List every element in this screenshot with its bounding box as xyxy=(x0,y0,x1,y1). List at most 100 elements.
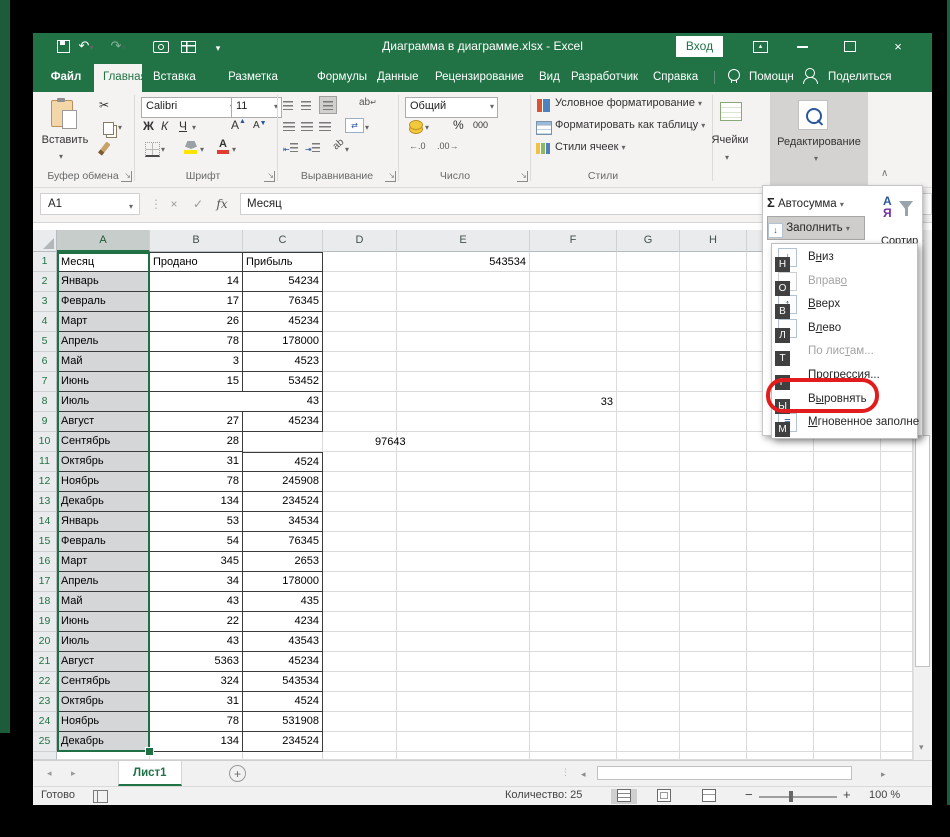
cell-G10[interactable] xyxy=(617,432,680,452)
cell-A13[interactable]: Декабрь xyxy=(57,492,150,512)
cell-J21[interactable] xyxy=(814,652,881,672)
cell-F10[interactable] xyxy=(530,432,617,452)
number-dialog-launcher[interactable]: ↘ xyxy=(517,171,528,182)
horizontal-scroll-thumb[interactable] xyxy=(597,766,852,780)
cell-G23[interactable] xyxy=(617,692,680,712)
cell-J16[interactable] xyxy=(814,552,881,572)
prev-sheet-icon[interactable]: ◂ xyxy=(47,768,52,779)
cell-C7[interactable]: 53452 xyxy=(243,372,323,392)
cell-I11[interactable] xyxy=(747,452,814,472)
cell-I21[interactable] xyxy=(747,652,814,672)
ribbon-tab-формулы[interactable]: Формулы xyxy=(308,64,366,92)
cell-E21[interactable] xyxy=(397,652,530,672)
cell-K24[interactable] xyxy=(881,712,913,732)
sign-in-button[interactable]: Вход xyxy=(676,36,723,57)
increase-indent-icon[interactable]: ⇥ xyxy=(305,141,320,155)
cell-B13[interactable]: 134 xyxy=(150,492,243,512)
cell-G26[interactable] xyxy=(617,752,680,760)
cell-value-D10[interactable]: 97643 xyxy=(375,432,406,452)
cell-C12[interactable]: 245908 xyxy=(243,472,323,492)
cell-B22[interactable]: 324 xyxy=(150,672,243,692)
name-box[interactable]: A1▾ xyxy=(40,193,140,215)
cell-I18[interactable] xyxy=(747,592,814,612)
cell-A21[interactable]: Август xyxy=(57,652,150,672)
merge-center-icon[interactable]: ⇄ xyxy=(345,118,364,133)
cell-B1[interactable]: Продано xyxy=(150,252,243,272)
cell-G24[interactable] xyxy=(617,712,680,732)
cell-C15[interactable]: 76345 xyxy=(243,532,323,552)
cell-E23[interactable] xyxy=(397,692,530,712)
cell-H20[interactable] xyxy=(680,632,747,652)
percent-style-button[interactable]: % xyxy=(453,118,464,132)
cell-F18[interactable] xyxy=(530,592,617,612)
row-header-9[interactable]: 9 xyxy=(33,412,57,432)
cell-B20[interactable]: 43 xyxy=(150,632,243,652)
cell-F3[interactable] xyxy=(530,292,617,312)
menu-item-7[interactable]: Выровнять xyxy=(772,388,932,411)
cell-J20[interactable] xyxy=(814,632,881,652)
align-middle-icon[interactable] xyxy=(301,99,311,113)
cell-D15[interactable] xyxy=(323,532,397,552)
cell-D6[interactable] xyxy=(323,352,397,372)
cell-A3[interactable]: Февраль xyxy=(57,292,150,312)
cell-E5[interactable] xyxy=(397,332,530,352)
cell-E7[interactable] xyxy=(397,372,530,392)
borders-icon[interactable] xyxy=(145,142,160,157)
cell-A26[interactable] xyxy=(57,752,150,760)
cell-F14[interactable] xyxy=(530,512,617,532)
cell-E8[interactable] xyxy=(397,392,530,412)
cell-D2[interactable] xyxy=(323,272,397,292)
cell-E16[interactable] xyxy=(397,552,530,572)
cell-F6[interactable] xyxy=(530,352,617,372)
fill-button[interactable]: ↓ Заполнить ▾ xyxy=(767,216,865,240)
tab-help[interactable]: Помощн xyxy=(740,64,803,92)
cell-H26[interactable] xyxy=(680,752,747,760)
cell-G21[interactable] xyxy=(617,652,680,672)
cell-C14[interactable]: 34534 xyxy=(243,512,323,532)
paste-dropdown[interactable]: ▾ xyxy=(59,148,63,162)
cell-D21[interactable] xyxy=(323,652,397,672)
cell-K13[interactable] xyxy=(881,492,913,512)
row-header-2[interactable]: 2 xyxy=(33,272,57,292)
cell-B7[interactable]: 15 xyxy=(150,372,243,392)
cell-F21[interactable] xyxy=(530,652,617,672)
cell-K17[interactable] xyxy=(881,572,913,592)
macro-record-icon[interactable] xyxy=(93,790,108,803)
tabbar-divider[interactable]: ⋮ xyxy=(561,767,570,778)
format-painter-icon[interactable] xyxy=(100,142,110,153)
cell-I22[interactable] xyxy=(747,672,814,692)
cell-D24[interactable] xyxy=(323,712,397,732)
wrap-text-icon[interactable]: ab↵ xyxy=(359,97,377,108)
share-button[interactable]: Поделиться xyxy=(819,64,901,92)
row-header-24[interactable]: 24 xyxy=(33,712,57,732)
cell-C20[interactable]: 43543 xyxy=(243,632,323,652)
cell-B5[interactable]: 78 xyxy=(150,332,243,352)
column-header-E[interactable]: E xyxy=(397,230,530,252)
row-header-21[interactable]: 21 xyxy=(33,652,57,672)
cell-G2[interactable] xyxy=(617,272,680,292)
format-as-table-button[interactable]: Форматировать как таблицу ▾ xyxy=(555,119,705,131)
cell-A5[interactable]: Апрель xyxy=(57,332,150,352)
cell-C11[interactable]: 4524 xyxy=(243,452,323,472)
cell-G18[interactable] xyxy=(617,592,680,612)
copy-dropdown[interactable]: ▾ xyxy=(118,119,122,133)
ribbon-tab-данные[interactable]: Данные xyxy=(368,64,424,92)
cell-I20[interactable] xyxy=(747,632,814,652)
cell-E4[interactable] xyxy=(397,312,530,332)
cell-F25[interactable] xyxy=(530,732,617,752)
cell-D18[interactable] xyxy=(323,592,397,612)
cell-B21[interactable]: 5363 xyxy=(150,652,243,672)
cell-A23[interactable]: Октябрь xyxy=(57,692,150,712)
cell-H11[interactable] xyxy=(680,452,747,472)
vertical-scroll-thumb[interactable] xyxy=(915,435,930,667)
fx-icon[interactable]: fx xyxy=(211,193,233,215)
cell-D14[interactable] xyxy=(323,512,397,532)
cell-D19[interactable] xyxy=(323,612,397,632)
cell-A7[interactable]: Июнь xyxy=(57,372,150,392)
row-header-3[interactable]: 3 xyxy=(33,292,57,312)
cell-B11[interactable]: 31 xyxy=(150,452,243,472)
column-header-C[interactable]: C xyxy=(243,230,323,252)
cell-G1[interactable] xyxy=(617,252,680,272)
cancel-icon[interactable]: × xyxy=(163,193,185,215)
cell-D8[interactable] xyxy=(323,392,397,412)
